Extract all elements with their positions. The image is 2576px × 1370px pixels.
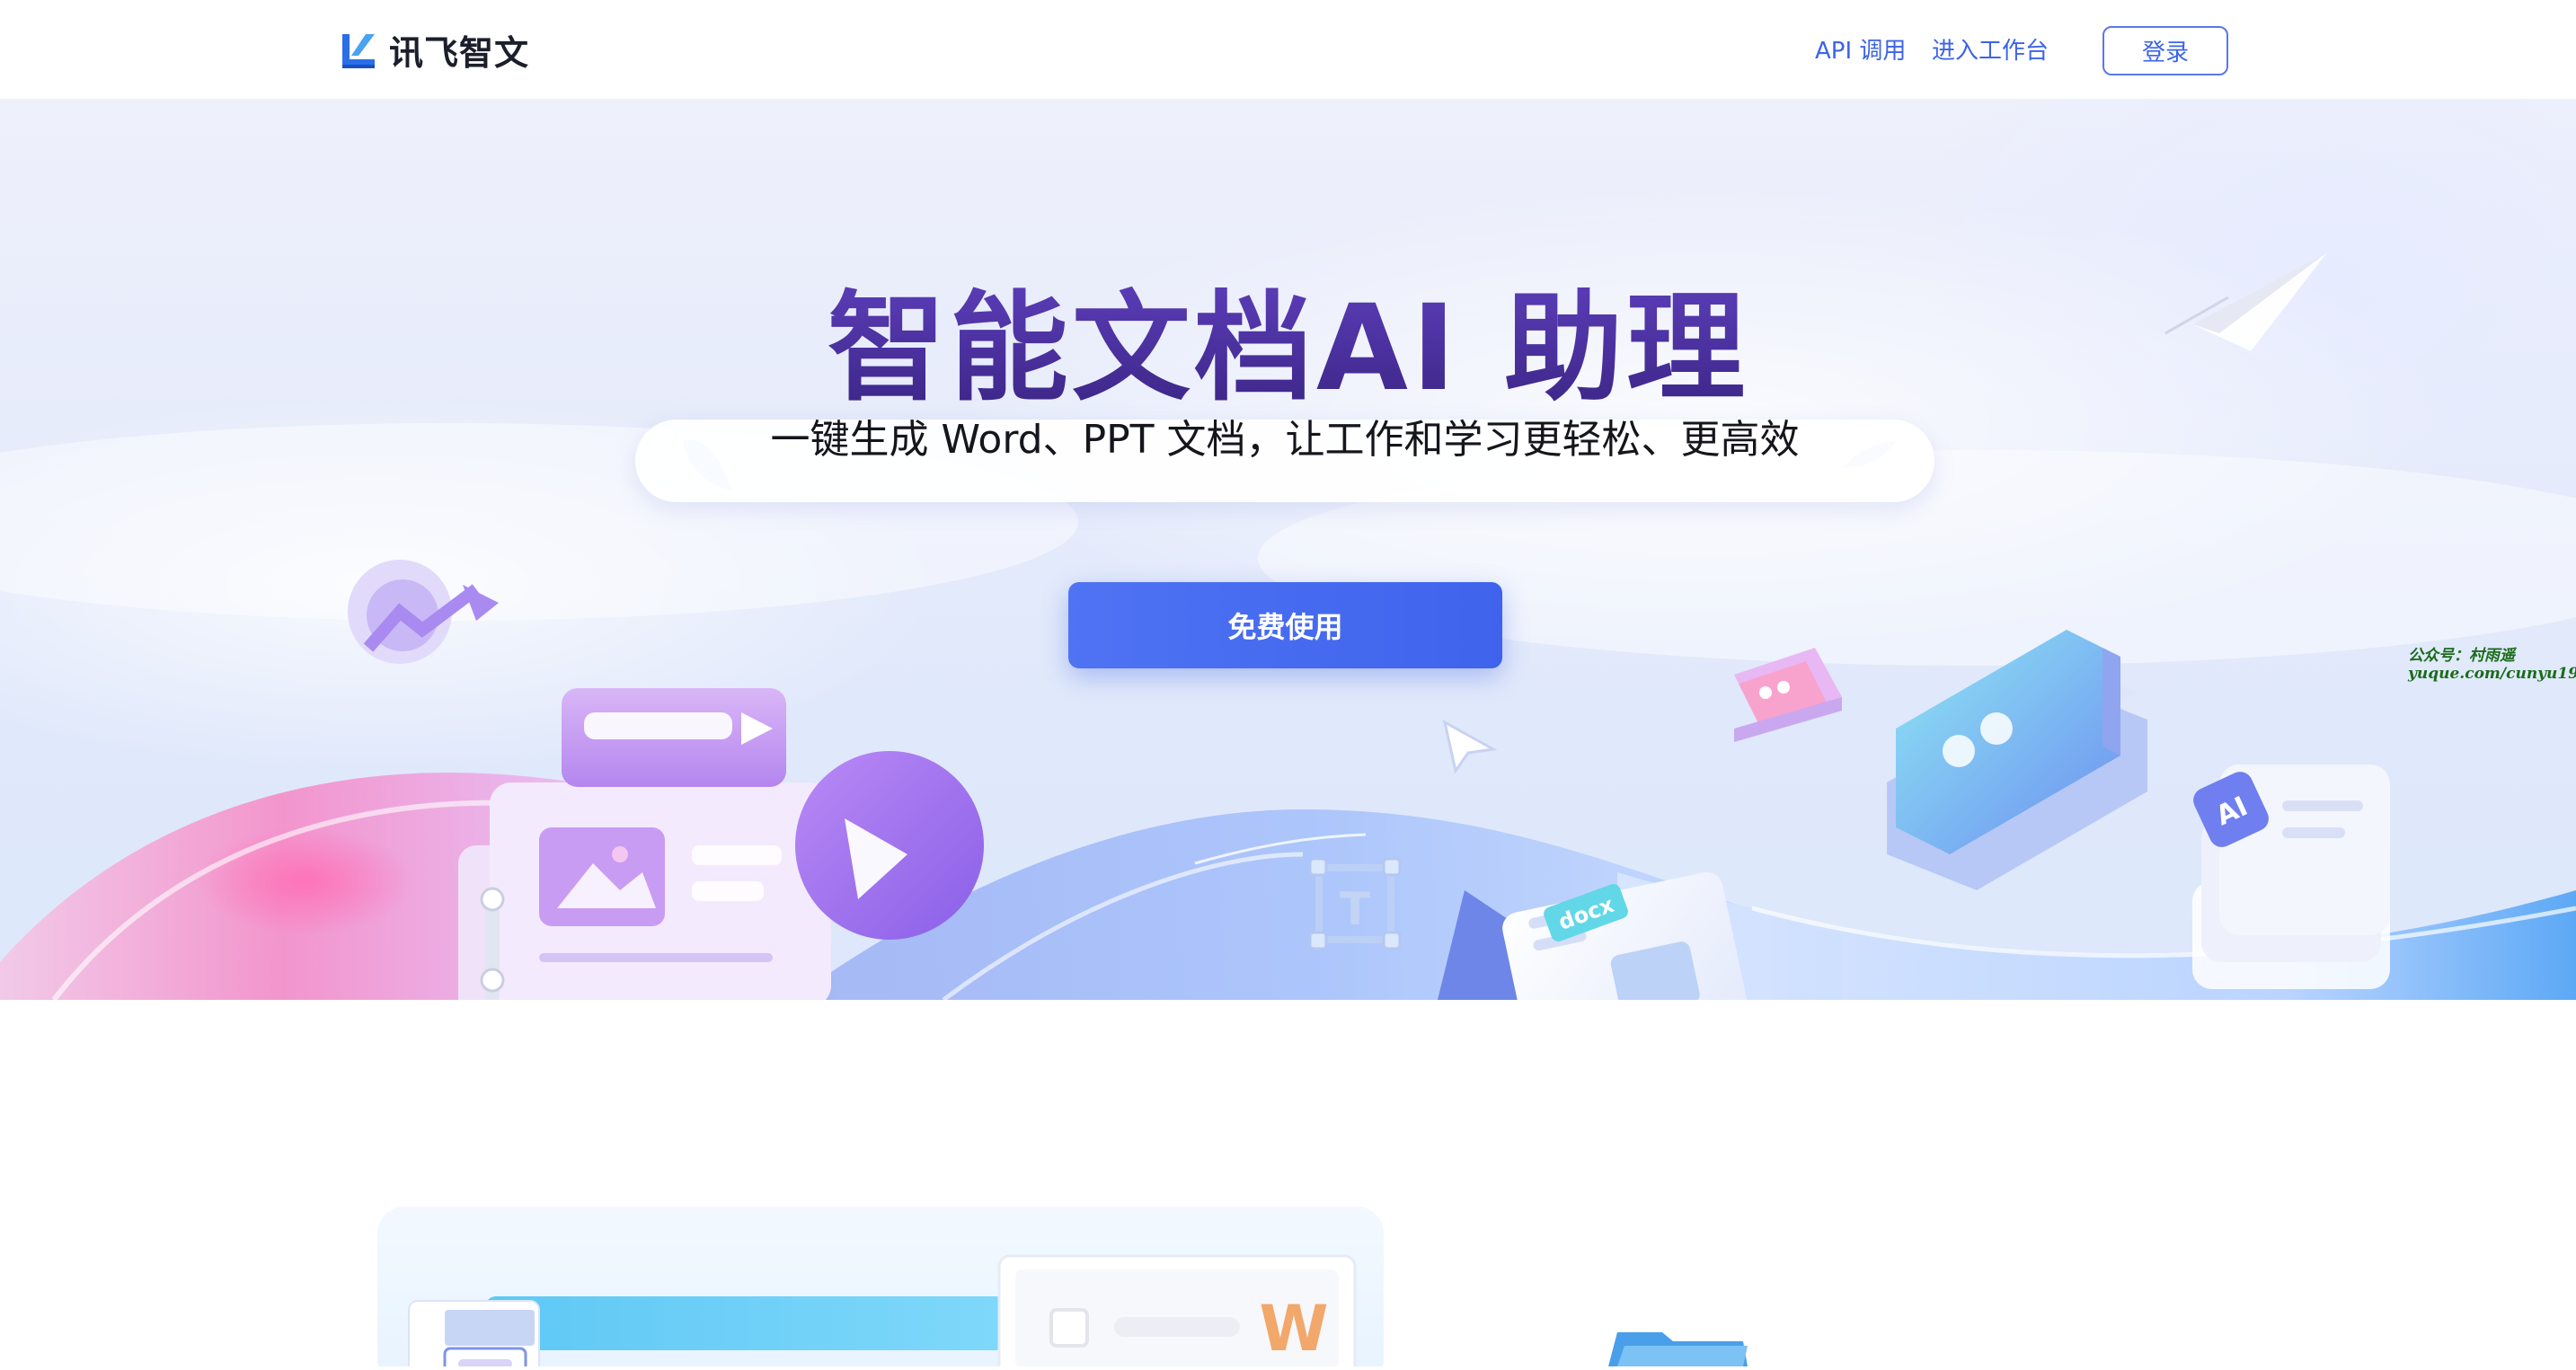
nav-link-api[interactable]: API 调用 [1815, 32, 1906, 66]
chat-book-icon [1887, 630, 2147, 890]
watermark: 公众号：村雨遥 yuque.com/cunyu1943 [2408, 647, 2576, 683]
feature-preview-illustration: W [377, 1206, 1748, 1370]
login-button[interactable]: 登录 [2102, 26, 2228, 75]
hero-illustration: T docx AI [0, 252, 2576, 1000]
word-document-card: W [997, 1254, 1357, 1370]
feature-preview-section: W [0, 1000, 2576, 1370]
hero-title: 智能文档AI 助理 [827, 279, 1749, 418]
brand-logo[interactable]: 讯飞智文 [339, 27, 530, 73]
nav-link-workspace[interactable]: 进入工作台 [1932, 32, 2049, 66]
slide-thumbnail [408, 1300, 540, 1370]
folder-icon [1608, 1332, 1748, 1366]
image-document-stack [458, 688, 831, 1000]
free-use-button[interactable]: 免费使用 [1068, 582, 1502, 668]
watermark-line-2: yuque.com/cunyu1943 [2408, 665, 2576, 683]
svg-text:T: T [1340, 883, 1370, 935]
play-icon [795, 751, 984, 940]
ai-document-icon: AI [2192, 765, 2390, 989]
hero-section: T docx AI 智能文档AI 助理 一键生成 Word、PPT 文档，让工作… [0, 100, 2576, 1000]
svg-text:W: W [1259, 1292, 1328, 1366]
brand-name: 讯飞智文 [389, 32, 530, 73]
top-nav: 讯飞智文 API 调用 进入工作台 登录 [0, 0, 2576, 100]
logo-icon [342, 34, 375, 68]
cursor-arrow-icon [1442, 720, 1498, 774]
hero-subtitle: 一键生成 Word、PPT 文档，让工作和学习更轻松、更高效 [770, 417, 1800, 463]
watermark-line-1: 公众号：村雨遥 [2408, 647, 2515, 665]
